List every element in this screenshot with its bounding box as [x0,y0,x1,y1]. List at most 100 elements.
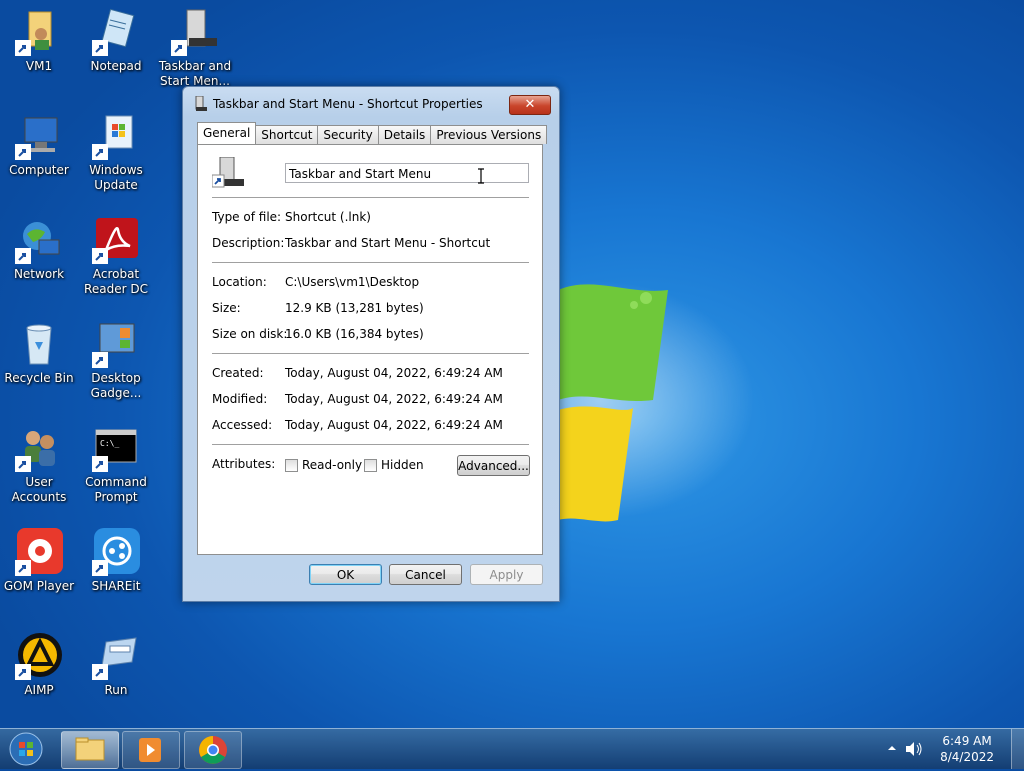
desktop-icon-label: VM1 [25,59,53,73]
tab-general[interactable]: General [197,122,257,144]
shortcut-arrow-icon [15,248,31,264]
accessed-label: Accessed: [212,418,273,432]
desktop-icon-shareit[interactable]: SHAREit [78,528,154,594]
desktop-icon-label: Computer [9,163,69,177]
shortcut-arrow-icon [92,248,108,264]
desktop-icon-run[interactable]: Run [78,632,154,698]
text-cursor-icon [478,168,484,184]
size-on-disk-value: 16.0 KB (16,384 bytes) [285,327,424,341]
file-explorer-icon [75,737,105,761]
desktop-icon-label: Notepad [90,59,142,73]
separator [212,444,529,445]
desktop-icon-notepad[interactable]: Notepad [78,8,154,74]
recycle-bin-icon [26,324,52,365]
separator [212,197,529,198]
clock-time: 6:49 AM [942,734,992,748]
modified-value: Today, August 04, 2022, 6:49:24 AM [285,392,503,406]
shortcut-arrow-icon [92,560,108,576]
show-desktop-button[interactable] [1011,729,1024,769]
dialog-title: Taskbar and Start Menu - Shortcut Proper… [213,97,483,111]
hidden-checkbox[interactable]: Hidden [364,458,424,472]
desktop-icon-label: Taskbar and Start Men... [158,59,232,88]
desktop-icon-label: Windows Update [89,163,143,192]
filename-input[interactable]: Taskbar and Start Menu [285,163,529,183]
desktop-icon-acrobat-reader[interactable]: Acrobat Reader DC [78,216,154,297]
shortcut-arrow-icon [92,144,108,160]
shortcut-arrow-icon [92,456,108,472]
desktop-icon-label: Desktop Gadge... [90,371,142,400]
general-tab-panel: Taskbar and Start Menu Type of file: Sho… [197,144,543,555]
tab-strip: General Shortcut Security Details Previo… [197,122,548,144]
tab-security[interactable]: Security [317,125,379,144]
desktop-icon-label: SHAREit [91,579,141,593]
svg-text:C:\_: C:\_ [100,439,119,448]
desktop-icon-taskbar-start-menu[interactable]: Taskbar and Start Men... [157,8,233,89]
shortcut-arrow-icon [92,352,108,368]
media-player-icon [139,738,161,762]
desktop-icon-label: AIMP [24,683,54,697]
show-hidden-icons-icon[interactable] [887,743,897,753]
location-value: C:\Users\vm1\Desktop [285,275,420,289]
desktop-icon-label: GOM Player [3,579,75,593]
created-value: Today, August 04, 2022, 6:49:24 AM [285,366,503,380]
separator [212,353,529,354]
hidden-label: Hidden [381,458,424,472]
desktop-icon-user-accounts[interactable]: User Accounts [1,424,77,505]
desktop-icon-aimp[interactable]: AIMP [1,632,77,698]
desktop-icon-computer[interactable]: Computer [1,112,77,178]
checkbox-box[interactable] [364,458,377,472]
created-label: Created: [212,366,264,380]
volume-icon[interactable] [904,739,924,759]
taskbar-chrome[interactable] [184,731,242,769]
checkbox-box[interactable] [285,458,298,472]
apply-button: Apply [470,564,543,585]
taskbar-file-explorer[interactable] [61,731,119,769]
shortcut-file-icon [212,157,244,188]
desktop-icon-windows-update[interactable]: Windows Update [78,112,154,193]
desktop-icon-gom-player[interactable]: GOM Player [1,528,77,594]
desktop-icon-label: Command Prompt [85,475,147,504]
type-of-file-value: Shortcut (.lnk) [285,210,371,224]
readonly-label: Read-only [302,458,363,472]
clock[interactable]: 6:49 AM 8/4/2022 [940,733,994,765]
shortcut-arrow-icon [15,40,31,56]
tab-details[interactable]: Details [377,125,432,144]
desktop-icon-label: User Accounts [11,475,67,504]
type-of-file-label: Type of file: [212,210,282,224]
size-value: 12.9 KB (13,281 bytes) [285,301,424,315]
shortcut-arrow-icon [92,40,108,56]
taskbar-properties-icon [195,96,207,111]
attributes-label: Attributes: [212,457,276,471]
tab-shortcut[interactable]: Shortcut [255,125,319,144]
desktop-icon-label: Network [13,267,65,281]
desktop-icon-label: Acrobat Reader DC [84,267,148,296]
shortcut-arrow-icon [15,456,31,472]
ok-button[interactable]: OK [309,564,382,585]
shortcut-arrow-icon [15,144,31,160]
tab-previous-versions[interactable]: Previous Versions [430,125,548,144]
start-button[interactable] [6,731,46,767]
clock-date: 8/4/2022 [940,750,994,764]
desktop-icon-label: Run [104,683,128,697]
desktop-icon-desktop-gadgets[interactable]: Desktop Gadge... [78,320,154,401]
readonly-checkbox[interactable]: Read-only [285,458,362,472]
modified-label: Modified: [212,392,268,406]
desktop-icon-command-prompt[interactable]: C:\_ Command Prompt [78,424,154,505]
shortcut-arrow-icon [171,40,187,56]
taskbar-media-player[interactable] [122,731,180,769]
desktop-icon-vm1[interactable]: VM1 [1,8,77,74]
accessed-value: Today, August 04, 2022, 6:49:24 AM [285,418,503,432]
windows-wallpaper-logo [558,284,668,522]
desktop-icon-network[interactable]: Network [1,216,77,282]
advanced-button[interactable]: Advanced... [457,455,530,476]
cancel-button[interactable]: Cancel [389,564,462,585]
size-on-disk-label: Size on disk: [212,327,288,341]
shortcut-arrow-icon [15,664,31,680]
dialog-titlebar[interactable]: Taskbar and Start Menu - Shortcut Proper… [191,94,483,114]
shortcut-arrow-icon [92,664,108,680]
close-button[interactable]: ✕ [509,95,551,115]
chrome-icon [199,736,227,764]
size-label: Size: [212,301,241,315]
desktop-icon-recycle-bin[interactable]: Recycle Bin [1,320,77,386]
shortcut-arrow-icon [15,560,31,576]
